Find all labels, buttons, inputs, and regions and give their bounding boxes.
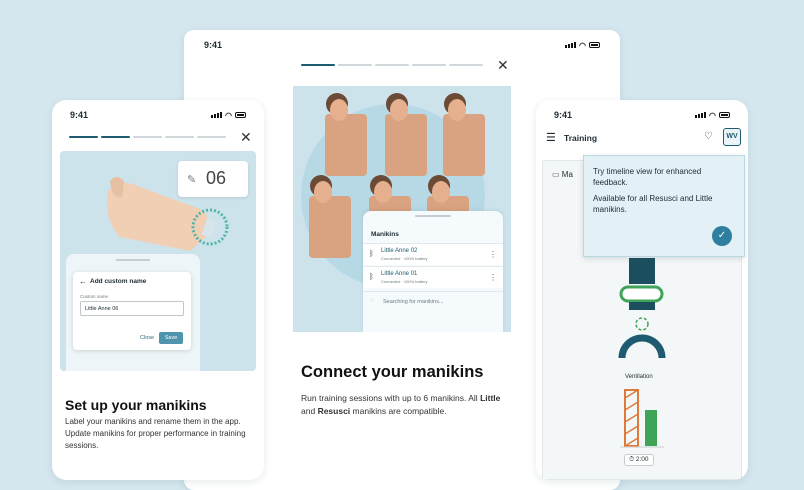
panel-handle [415,215,451,217]
device-name: Little Anne 02 [381,248,418,254]
battery-icon [719,112,730,118]
save-button[interactable]: Save [159,332,183,344]
status-time: 9:41 [70,110,89,120]
status-bar: 9:41 ◠ [536,100,748,130]
setup-illustration: ✎ 06 ← Add custom name Custom name Littl… [60,151,256,371]
pencil-icon: ✎ [187,174,197,186]
center-body: Run training sessions with up to 6 manik… [301,393,501,416]
wifi-icon: ◠ [225,110,232,120]
wifi-icon: ◠ [709,110,716,120]
right-screen: 9:41 ◠ ☰ Training ♡ WV ▭ Ma Try timeline… [536,100,748,480]
menu-icon[interactable]: ☰ [546,131,556,144]
depth-gauge [618,334,666,359]
panel-title: Manikins [371,231,399,238]
searching-text: Searching for manikins... [383,299,444,305]
manikins-panel: Manikins ᛒ Little Anne 02 Connected · 10… [363,211,503,332]
left-body: Label your manikins and rename them in t… [65,417,246,450]
bluetooth-icon: ᛒ [369,272,374,281]
close-icon[interactable]: ✕ [240,129,252,146]
device-row[interactable]: ᛒ Little Anne 01 Connected · 100% batter… [363,266,503,288]
searching-row: ◌ Searching for manikins... [363,291,503,313]
check-icon[interactable]: ✓ [712,226,732,246]
signal-icon [211,112,223,118]
manikin-icon: ▭ [552,170,560,179]
badge-number: 06 [206,168,227,188]
device-name: Little Anne 01 [381,271,418,277]
battery-icon [589,42,600,48]
timeline-view-button[interactable]: WV [723,128,741,146]
status-time: 9:41 [204,40,223,50]
more-icon[interactable]: ⋮ [489,273,497,282]
feedback-visual [618,258,666,448]
status-icons: ◠ [695,111,730,120]
dialog-title: Add custom name [90,278,147,285]
manikin-row-label: Ma [561,170,573,179]
sheet-handle [116,259,150,261]
progress-steps [301,64,483,66]
more-icon[interactable]: ⋮ [489,250,497,259]
status-bar: 9:41 ◠ [184,30,620,60]
status-bar: 9:41 ◠ [52,100,264,130]
timeline-tooltip: Try timeline view for enhanced feedback.… [583,155,745,257]
compression-bar [629,258,655,284]
manikin-row: ▭ Ma [552,170,573,179]
ventilation-right-bar [645,410,657,446]
close-icon[interactable]: ✕ [497,57,509,74]
device-status: Connected · 100% battery [381,279,428,284]
center-heading: Connect your manikins [301,363,484,381]
timer-badge: ⏱ 2:00 [624,454,654,466]
field-label: Custom name [80,294,109,299]
input-value: Little Anne 06 [85,306,119,312]
progress-steps [69,136,226,138]
device-status: Connected · 100% battery [381,256,428,261]
status-icons: ◠ [565,41,600,50]
spinner-icon: ◌ [370,298,374,304]
cycle-icon [635,317,649,331]
device-row[interactable]: ᛒ Little Anne 02 Connected · 100% batter… [363,243,503,265]
tooltip-text-2: Available for all Resusci and Little man… [593,194,713,214]
close-button[interactable]: Close [140,335,154,341]
left-screen: 9:41 ◠ ✕ ✎ 06 ← Add custom name Custom n… [52,100,264,480]
status-icons: ◠ [211,111,246,120]
tooltip-text-1: Try timeline view for enhanced feedback. [593,167,702,187]
screen-title: Training [564,133,598,143]
battery-icon [235,112,246,118]
add-name-dialog: ← Add custom name Custom name Little Ann… [73,272,191,350]
name-badge: ✎ 06 [178,161,248,197]
status-time: 9:41 [554,110,573,120]
custom-name-input[interactable]: Little Anne 06 [80,301,184,316]
wifi-icon: ◠ [579,40,586,50]
bluetooth-icon: ᛒ [369,249,374,258]
timeline-icon: WV [726,133,738,140]
signal-icon [565,42,577,48]
timer-value: 2:00 [635,456,649,463]
ventilation-label: Ventilation [625,374,653,380]
left-heading: Set up your manikins [65,397,207,413]
heart-icon[interactable]: ♡ [704,131,713,142]
stopwatch-icon: ⏱ [629,456,635,463]
manikins-illustration: Manikins ᛒ Little Anne 02 Connected · 10… [293,86,511,332]
compression-indicator [619,285,664,303]
signal-icon [695,112,707,118]
back-arrow-icon[interactable]: ← [79,277,87,286]
